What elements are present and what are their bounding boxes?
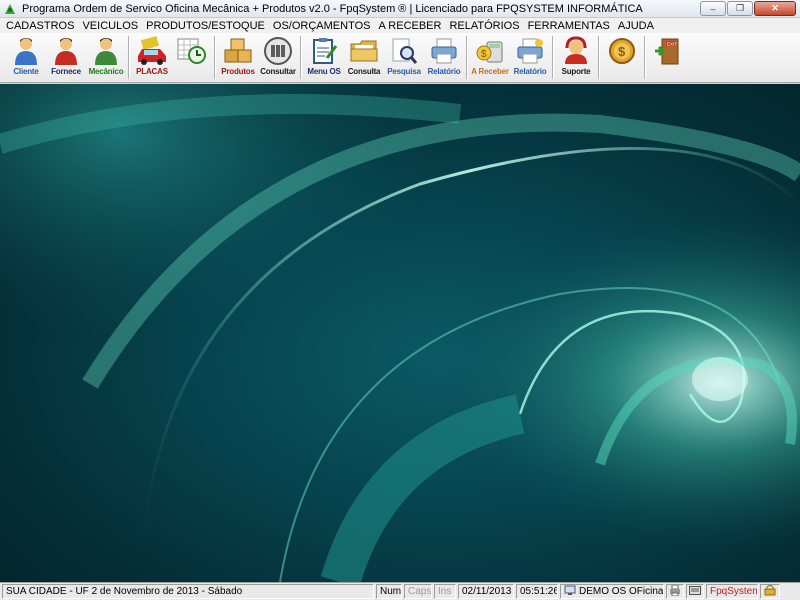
placas-button[interactable]: PLACAS [132, 33, 172, 82]
placas-label: PLACAS [136, 67, 168, 76]
pesquisa-button[interactable]: Pesquisa [384, 33, 424, 82]
status-time: 05:51:26 [516, 584, 558, 599]
close-button[interactable]: ✕ [754, 1, 796, 16]
produtos-button[interactable]: Produtos [218, 33, 258, 82]
toolbar-separator [644, 36, 646, 79]
toolbar-separator [466, 36, 468, 79]
consultar-label: Consultar [260, 67, 296, 76]
title-bar: Programa Ordem de Servico Oficina Mecâni… [0, 0, 800, 18]
status-ins: Ins [434, 584, 456, 599]
fornece-button[interactable]: Fornece [46, 33, 86, 82]
money-calculator-icon: $ [474, 36, 506, 66]
status-location-date: SUA CIDADE - UF 2 de Novembro de 2013 - … [2, 584, 374, 599]
car-plates-icon [136, 36, 168, 66]
produtos-label: Produtos [221, 67, 255, 76]
window-title: Programa Ordem de Servico Oficina Mecâni… [22, 2, 643, 15]
toolbar: Cliente Fornece Mecânico PLACAS Produtos [0, 33, 800, 83]
status-printer[interactable] [666, 584, 684, 599]
supplier-person-icon [50, 36, 82, 66]
svg-text:EXIT: EXIT [667, 42, 677, 47]
agenda-button[interactable] [172, 33, 212, 82]
svg-text:$: $ [618, 44, 626, 59]
cliente-button[interactable]: Cliente [6, 33, 46, 82]
background-swirl-art [0, 84, 800, 582]
status-keyboard[interactable] [686, 584, 704, 599]
mechanic-person-icon [90, 36, 122, 66]
folder-icon [348, 36, 380, 66]
status-date: 02/11/2013 [458, 584, 514, 599]
exit-door-icon: EXIT [652, 36, 684, 66]
a-receber-label: A Receber [471, 67, 509, 76]
app-icon[interactable] [2, 1, 18, 17]
menu-os-orcamentos[interactable]: OS/ORÇAMENTOS [269, 20, 375, 32]
person-icon [10, 36, 42, 66]
computer-icon [564, 585, 576, 598]
keyboard-icon [689, 585, 701, 598]
toolbar-separator [128, 36, 130, 79]
menu-os-label: Menu OS [307, 67, 341, 76]
printer-status-icon [669, 585, 681, 598]
mecanico-label: Mecânico [88, 67, 124, 76]
toolbar-separator [598, 36, 600, 79]
toolbar-separator [552, 36, 554, 79]
minimize-button[interactable]: – [700, 1, 726, 16]
menu-ferramentas[interactable]: FERRAMENTAS [524, 20, 614, 32]
pesquisa-label: Pesquisa [387, 67, 421, 76]
consultar-button[interactable]: Consultar [258, 33, 298, 82]
status-caps: Caps [404, 584, 432, 599]
suporte-label: Suporte [561, 67, 591, 76]
relatorio-fin-button[interactable]: Relatório [510, 33, 550, 82]
user-lock-icon [764, 585, 776, 598]
mecanico-button[interactable]: Mecânico [86, 33, 126, 82]
coin-icon: $ [606, 36, 638, 66]
cliente-label: Cliente [13, 67, 39, 76]
menu-a-receber[interactable]: A RECEBER [375, 20, 446, 32]
menu-produtos-estoque[interactable]: PRODUTOS/ESTOQUE [142, 20, 269, 32]
support-headset-icon [560, 36, 592, 66]
printer-money-icon [514, 36, 546, 66]
relatorio-fin-label: Relatório [513, 67, 547, 76]
a-receber-button[interactable]: $ A Receber [470, 33, 510, 82]
toolbar-separator [214, 36, 216, 79]
svg-text:$: $ [481, 49, 487, 60]
edition-label: DEMO OS OFicina 2.0 [579, 586, 664, 597]
menu-relatorios[interactable]: RELATÓRIOS [445, 20, 523, 32]
clipboard-icon [308, 36, 340, 66]
calendar-clock-icon [176, 36, 208, 66]
menu-ajuda[interactable]: AJUDA [614, 20, 658, 32]
suporte-button[interactable]: Suporte [556, 33, 596, 82]
menu-bar: CADASTROS VEICULOS PRODUTOS/ESTOQUE OS/O… [0, 18, 800, 33]
toolbar-separator [300, 36, 302, 79]
relatorio-os-button[interactable]: Relatório [424, 33, 464, 82]
maximize-button[interactable]: ❐ [727, 1, 753, 16]
barcode-scan-icon [262, 36, 294, 66]
menu-veiculos[interactable]: VEICULOS [78, 20, 142, 32]
menu-cadastros[interactable]: CADASTROS [2, 20, 78, 32]
fornece-label: Fornece [51, 67, 81, 76]
status-bar: SUA CIDADE - UF 2 de Novembro de 2013 - … [0, 582, 800, 600]
boxes-icon [222, 36, 254, 66]
menu-os-button[interactable]: Menu OS [304, 33, 344, 82]
consulta-label: Consulta [347, 67, 381, 76]
desktop-background [0, 84, 800, 582]
financeiro-button[interactable]: $ [602, 33, 642, 82]
printer-icon [428, 36, 460, 66]
status-edition: DEMO OS OFicina 2.0 [560, 584, 664, 599]
status-brand: FpqSystem [706, 584, 758, 599]
status-user[interactable] [760, 584, 780, 599]
status-num: Num [376, 584, 402, 599]
relatorio-os-label: Relatório [427, 67, 461, 76]
consulta-button[interactable]: Consulta [344, 33, 384, 82]
sair-button[interactable]: EXIT [648, 33, 688, 82]
magnifier-doc-icon [388, 36, 420, 66]
